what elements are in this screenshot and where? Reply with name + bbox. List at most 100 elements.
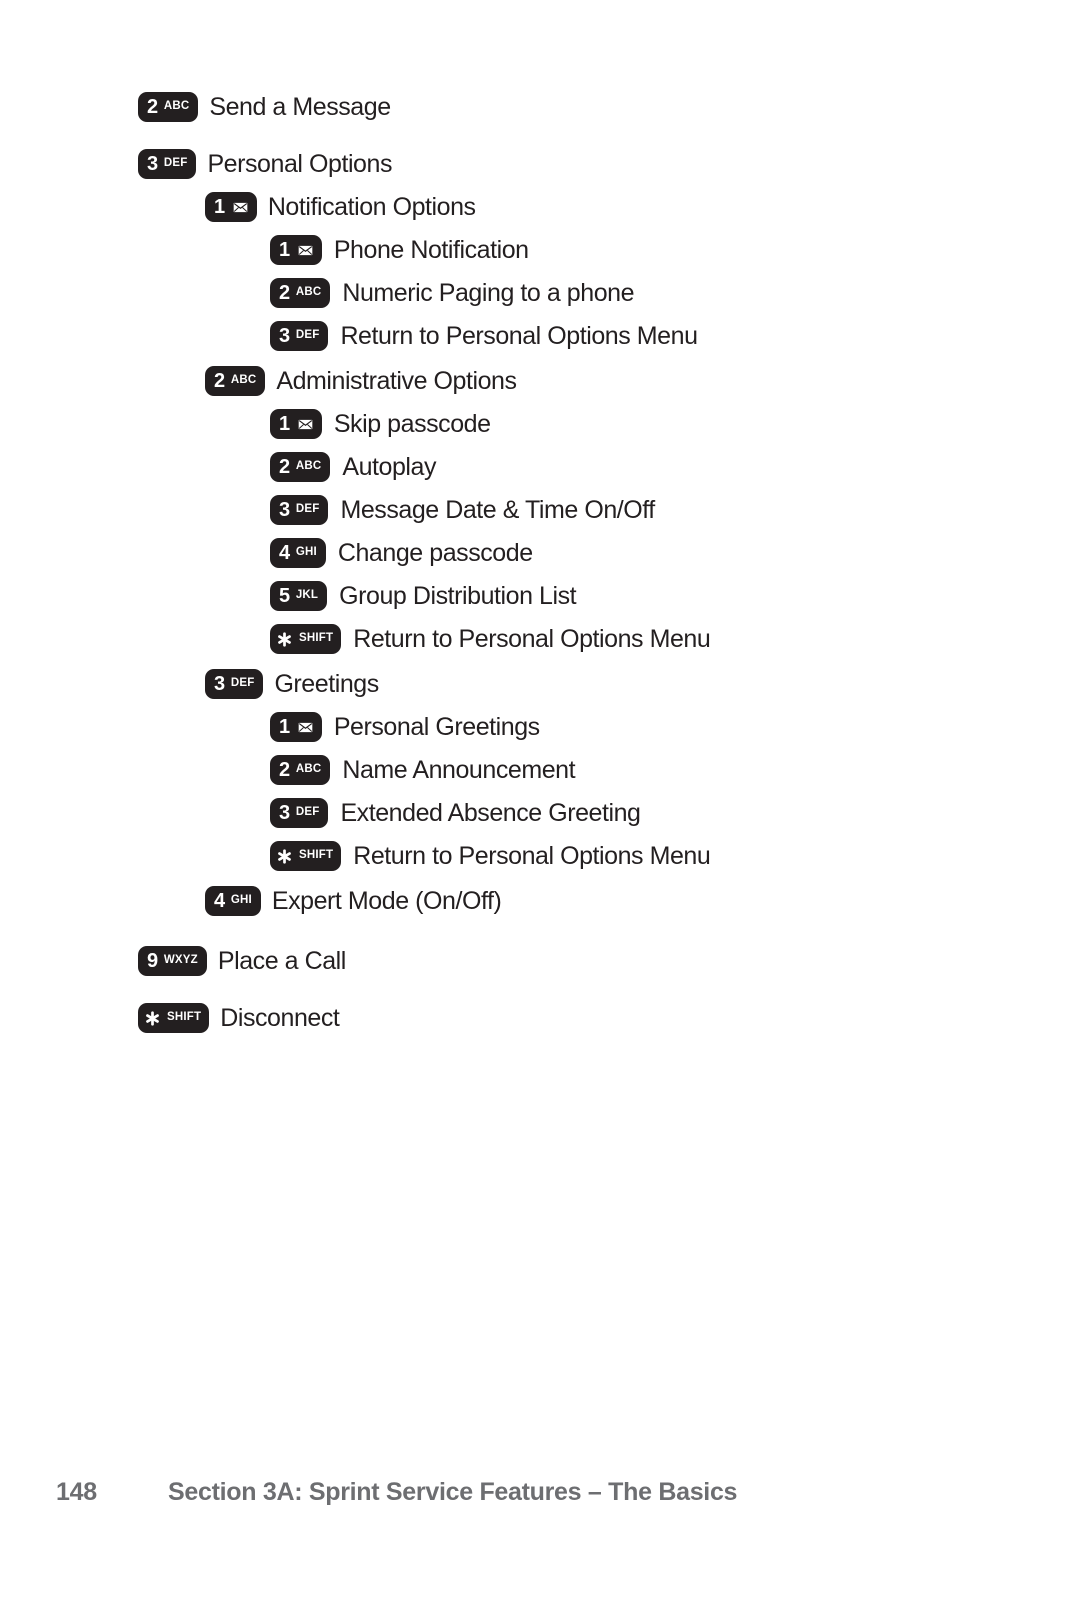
key-letters: WXYZ [163, 954, 198, 967]
keypad-key-1-envelope: 1 [270, 712, 322, 742]
key-letters: DEF [295, 329, 320, 342]
menu-row: 1 Skip passcode [270, 409, 1018, 439]
menu-row: 3 DEF Greetings [205, 669, 1018, 699]
menu-row: 3 DEF Extended Absence Greeting [270, 798, 1018, 828]
footer-title: Section 3A: Sprint Service Features – Th… [168, 1478, 738, 1506]
menu-row: 3 DEF Personal Options [138, 149, 1018, 179]
envelope-icon [233, 202, 248, 213]
key-letters: GHI [295, 546, 317, 559]
menu-row: 5 JKL Group Distribution List [270, 581, 1018, 611]
menu-row: 9 WXYZ Place a Call [138, 946, 1018, 976]
keypad-key-2-abc: 2 ABC [270, 278, 331, 308]
key-letters: JKL [295, 589, 319, 602]
keypad-key-3-def: 3 DEF [205, 669, 264, 699]
key-letters: ABC [295, 286, 322, 299]
menu-item-label: Place a Call [217, 947, 346, 975]
key-digit: 9 [147, 950, 158, 972]
envelope-icon [298, 722, 313, 733]
menu-row: 2 ABC Administrative Options [205, 366, 1018, 396]
menu-row: SHIFT Disconnect [138, 1003, 1018, 1033]
key-letters: DEF [163, 157, 188, 170]
menu-item-label: Group Distribution List [339, 582, 577, 610]
key-digit: 2 [279, 759, 290, 781]
key-digit: 3 [279, 325, 290, 347]
menu-row: 4 GHI Expert Mode (On/Off) [205, 886, 1018, 916]
menu-item-label: Expert Mode (On/Off) [271, 887, 502, 915]
key-digit: 5 [279, 585, 290, 607]
key-digit: 1 [279, 239, 290, 261]
menu-row: 3 DEF Return to Personal Options Menu [270, 321, 1018, 351]
key-digit: 4 [279, 542, 290, 564]
keypad-key-2-abc: 2 ABC [270, 452, 331, 482]
keypad-key-star-shift: SHIFT [270, 624, 342, 654]
key-digit: 1 [279, 413, 290, 435]
keypad-key-3-def: 3 DEF [270, 798, 329, 828]
keypad-key-star-shift: SHIFT [270, 841, 342, 871]
key-letters: GHI [230, 894, 252, 907]
star-icon [276, 848, 293, 865]
key-digit: 1 [214, 196, 225, 218]
key-letters: DEF [295, 806, 320, 819]
envelope-icon [298, 419, 313, 430]
menu-row: 2 ABC Name Announcement [270, 755, 1018, 785]
menu-item-label: Extended Absence Greeting [340, 799, 641, 827]
keypad-key-2-abc: 2 ABC [138, 92, 199, 122]
key-digit: 2 [147, 96, 158, 118]
menu-item-label: Greetings [274, 670, 379, 698]
keypad-key-9-wxyz: 9 WXYZ [138, 946, 207, 976]
keypad-key-3-def: 3 DEF [138, 149, 197, 179]
key-letters: SHIFT [299, 849, 334, 862]
page-footer: 148 Section 3A: Sprint Service Features … [56, 1478, 1026, 1507]
key-letters: SHIFT [167, 1011, 202, 1024]
menu-item-label: Administrative Options [276, 367, 517, 395]
keypad-key-3-def: 3 DEF [270, 321, 329, 351]
star-icon [144, 1010, 161, 1027]
menu-row: SHIFT Return to Personal Options Menu [270, 841, 1018, 871]
menu-row: 1 Personal Greetings [270, 712, 1018, 742]
menu-item-label: Autoplay [342, 453, 437, 481]
menu-item-label: Notification Options [267, 193, 476, 221]
keypad-key-5-jkl: 5 JKL [270, 581, 328, 611]
keypad-key-2-abc: 2 ABC [270, 755, 331, 785]
menu-row: 2 ABC Send a Message [138, 92, 1018, 122]
key-digit: 1 [279, 716, 290, 738]
key-digit: 3 [279, 499, 290, 521]
key-digit: 2 [279, 456, 290, 478]
menu-row: 2 ABC Autoplay [270, 452, 1018, 482]
menu-item-label: Name Announcement [342, 756, 576, 784]
key-digit: 4 [214, 890, 225, 912]
keypad-key-1-envelope: 1 [205, 192, 257, 222]
menu-item-label: Disconnect [220, 1004, 340, 1032]
key-digit: 2 [279, 282, 290, 304]
menu-item-label: Personal Greetings [333, 713, 540, 741]
menu-item-label: Return to Personal Options Menu [353, 842, 711, 870]
menu-item-label: Message Date & Time On/Off [340, 496, 655, 524]
key-digit: 2 [214, 370, 225, 392]
key-letters: DEF [295, 503, 320, 516]
menu-item-label: Numeric Paging to a phone [342, 279, 635, 307]
menu-row: SHIFT Return to Personal Options Menu [270, 624, 1018, 654]
keypad-key-4-ghi: 4 GHI [205, 886, 261, 916]
keypad-key-2-abc: 2 ABC [205, 366, 266, 396]
keypad-key-4-ghi: 4 GHI [270, 538, 326, 568]
menu-item-label: Skip passcode [333, 410, 491, 438]
key-letters: SHIFT [299, 632, 334, 645]
keypad-key-1-envelope: 1 [270, 409, 322, 439]
menu-row: 1 Notification Options [205, 192, 1018, 222]
menu-item-label: Personal Options [207, 150, 393, 178]
key-letters: ABC [295, 460, 322, 473]
menu-row: 2 ABC Numeric Paging to a phone [270, 278, 1018, 308]
star-icon [276, 631, 293, 648]
menu-row: 3 DEF Message Date & Time On/Off [270, 495, 1018, 525]
menu-item-label: Phone Notification [333, 236, 529, 264]
key-letters: DEF [230, 677, 255, 690]
keypad-key-3-def: 3 DEF [270, 495, 329, 525]
menu-item-label: Return to Personal Options Menu [340, 322, 698, 350]
menu-row: 1 Phone Notification [270, 235, 1018, 265]
voicemail-menu-tree: 2 ABC Send a Message 3 DEF Personal Options 1 N… [138, 92, 1018, 1033]
key-digit: 3 [147, 153, 158, 175]
envelope-icon [298, 245, 313, 256]
menu-row: 4 GHI Change passcode [270, 538, 1018, 568]
key-digit: 3 [214, 673, 225, 695]
menu-item-label: Return to Personal Options Menu [353, 625, 711, 653]
